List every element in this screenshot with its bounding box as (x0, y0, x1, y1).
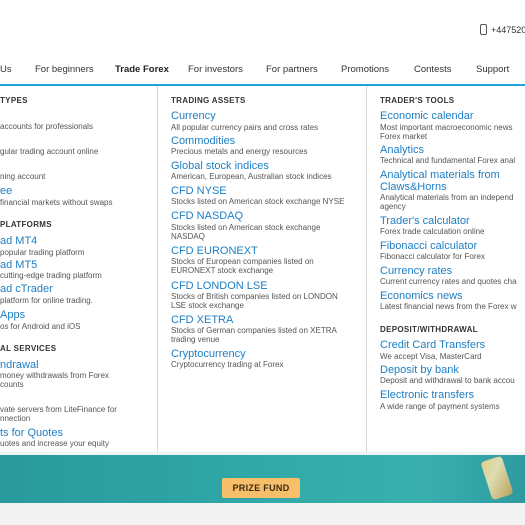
menu-item-desc: LSE stock exchange (171, 301, 244, 310)
nav-about-us[interactable]: Us (0, 64, 12, 75)
menu-item-desc: platform for online trading. (0, 296, 93, 305)
prize-fund-button[interactable]: PRIZE FUND (222, 478, 300, 498)
menu-item-desc: uotes and increase your equity (0, 439, 109, 448)
menu-link-cryptocurrency[interactable]: Cryptocurrency (171, 348, 246, 360)
menu-link-cfd-nyse[interactable]: CFD NYSE (171, 185, 227, 197)
menu-link-credit-card-transfers[interactable]: Credit Card Transfers (380, 339, 485, 351)
menu-item-desc: trading venue (171, 335, 220, 344)
menu-link-currency[interactable]: Currency (171, 110, 216, 122)
nav-trade-forex[interactable]: Trade Forex (115, 64, 169, 75)
menu-link-global-stock-indices[interactable]: Global stock indices (171, 160, 269, 172)
menu-link-claws-horns[interactable]: Analytical materials from (380, 169, 500, 181)
section-title-traders-tools: TRADER'S TOOLS (380, 96, 455, 105)
menu-link-withdrawal[interactable]: ndrawal (0, 359, 39, 371)
nav-for-beginners[interactable]: For beginners (35, 64, 94, 75)
column-divider (157, 86, 158, 452)
menu-item-desc: Cryptocurrency trading at Forex (171, 360, 284, 369)
menu-link-economics-news[interactable]: Economics news (380, 290, 463, 302)
nav-contests[interactable]: Contests (414, 64, 452, 75)
section-title-trading-assets: TRADING ASSETS (171, 96, 246, 105)
menu-item-desc: Technical and fundamental Forex anal (380, 156, 516, 165)
menu-link-swap-free[interactable]: ee (0, 185, 12, 197)
menu-item-desc: gular trading account online (0, 147, 99, 156)
menu-item-desc: os for Android and iOS (0, 322, 81, 331)
menu-item-desc: American, European, Australian stock ind… (171, 172, 332, 181)
menu-item-desc: cutting-edge trading platform (0, 271, 102, 280)
menu-item-desc: Stocks listed on American stock exchange… (171, 197, 345, 206)
nav-promotions[interactable]: Promotions (341, 64, 389, 75)
menu-link-cfd-london-lse[interactable]: CFD LONDON LSE (171, 280, 268, 292)
menu-link-cfd-xetra[interactable]: CFD XETRA (171, 314, 233, 326)
menu-link-deposit-by-bank[interactable]: Deposit by bank (380, 364, 459, 376)
menu-item-desc: Forex market (380, 132, 428, 141)
menu-item-desc: ning account (0, 172, 46, 181)
menu-link-analytics[interactable]: Analytics (380, 144, 424, 156)
menu-link-traders-calculator[interactable]: Trader's calculator (380, 215, 470, 227)
section-title-platforms: PLATFORMS (0, 220, 52, 229)
menu-link-claws-horns-line2[interactable]: Claws&Horns (380, 181, 447, 193)
menu-link-mt5[interactable]: ad MT5 (0, 259, 37, 271)
menu-link-apps[interactable]: Apps (0, 309, 25, 321)
nav-support[interactable]: Support (476, 64, 509, 75)
menu-item-desc: popular trading platform (0, 248, 85, 257)
menu-item-desc: accounts for professionals (0, 122, 93, 131)
menu-item-desc: We accept Visa, MasterCard (380, 352, 482, 361)
menu-link-electronic-transfers[interactable]: Electronic transfers (380, 389, 474, 401)
menu-item-desc: counts (0, 380, 24, 389)
menu-item-desc: Deposit and withdrawal to bank accou (380, 376, 515, 385)
menu-link-fibonacci-calculator[interactable]: Fibonacci calculator (380, 240, 477, 252)
menu-item-desc: EURONEXT stock exchange (171, 266, 274, 275)
menu-link-cfd-nasdaq[interactable]: CFD NASDAQ (171, 210, 243, 222)
phone-icon (480, 24, 487, 35)
menu-item-desc: A wide range of payment systems (380, 402, 500, 411)
main-nav: Us For beginners Trade Forex For investo… (0, 58, 525, 83)
menu-item-desc: NASDAQ (171, 232, 205, 241)
nav-for-partners[interactable]: For partners (266, 64, 318, 75)
menu-item-desc: nnection (0, 414, 31, 423)
menu-item-desc: Fibonacci calculator for Forex (380, 252, 485, 261)
section-title-services: AL SERVICES (0, 344, 57, 353)
menu-link-commodities[interactable]: Commodities (171, 135, 235, 147)
phone-contact[interactable]: +447520 (480, 24, 525, 35)
menu-link-mt4[interactable]: ad MT4 (0, 235, 37, 247)
column-divider (366, 86, 367, 452)
top-bar (0, 0, 525, 56)
menu-link-economic-calendar[interactable]: Economic calendar (380, 110, 474, 122)
phone-number[interactable]: +447520 (491, 25, 525, 35)
menu-item-desc: financial markets without swaps (0, 198, 113, 207)
menu-item-desc: Forex trade calculation online (380, 227, 485, 236)
menu-link-cfd-euronext[interactable]: CFD EURONEXT (171, 245, 258, 257)
menu-link-currency-rates[interactable]: Currency rates (380, 265, 452, 277)
menu-item-desc: agency (380, 202, 406, 211)
section-title-account-types: TYPES (0, 96, 28, 105)
menu-link-quotes[interactable]: ts for Quotes (0, 427, 63, 439)
menu-item-desc: Precious metals and energy resources (171, 147, 308, 156)
menu-item-desc: Current currency rates and quotes cha (380, 277, 517, 286)
menu-item-desc: Latest financial news from the Forex w (380, 302, 517, 311)
menu-item-desc: All popular currency pairs and cross rat… (171, 123, 319, 132)
nav-for-investors[interactable]: For investors (188, 64, 243, 75)
menu-link-ctrader[interactable]: ad cTrader (0, 283, 53, 295)
section-title-deposit-withdrawal: DEPOSIT/WITHDRAWAL (380, 325, 478, 334)
